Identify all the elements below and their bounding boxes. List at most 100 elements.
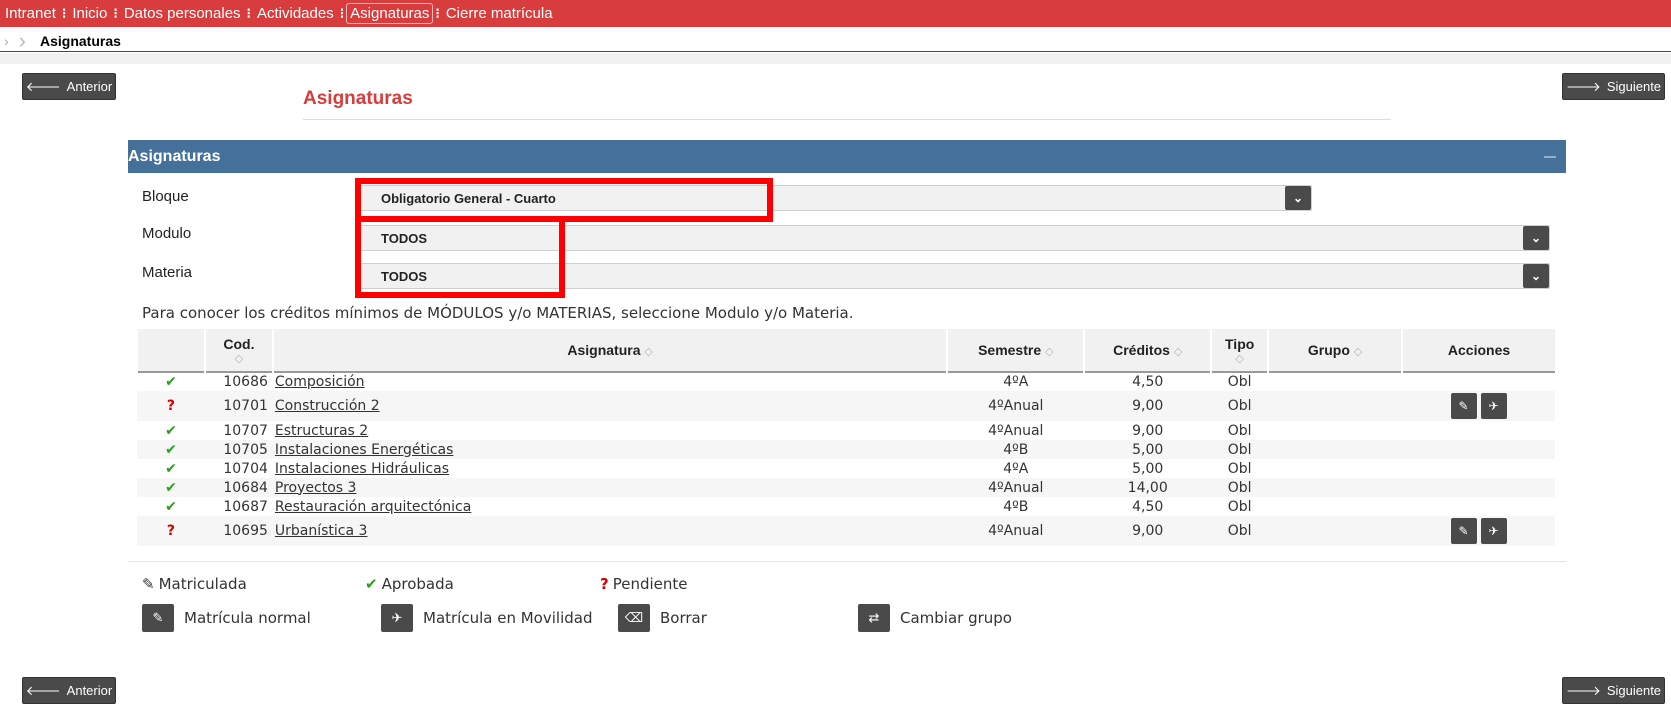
table-row: ✔ 10686 Composición 4ºA 4,50 Obl [137,372,1555,391]
pencil-icon: ✎ [142,604,174,632]
nav-item-asignaturas[interactable]: Asignaturas [346,3,434,24]
subject-link[interactable]: Instalaciones Hidráulicas [275,461,449,477]
grupo-column-header[interactable]: Grupo ◇ [1267,329,1403,372]
grupo-header-label: Grupo [1307,342,1350,358]
table-row: ✔ 10684 Proyectos 3 4ºAnual 14,00 Obl [137,478,1555,497]
cell-cod: 10684 [204,478,273,497]
asignatura-column-header[interactable]: Asignatura ◇ [271,329,948,372]
cod-header-label: Cod. [223,335,255,352]
nav-item-cierre-matricula[interactable]: Cierre matrícula [442,3,557,24]
semestre-header-label: Semestre [978,342,1042,358]
approved-icon: ✔ [165,498,177,515]
legend-aprobada: ✔ Aprobada [365,575,454,593]
semestre-column-header[interactable]: Semestre ◇ [946,329,1085,372]
cell-cod: 10687 [223,498,268,515]
approved-icon: ✔ [165,460,177,477]
legend-cambiar-grupo: ⇄ Cambiar grupo [858,604,1012,632]
cell-asignatura: Construcción 2 [272,391,948,421]
cell-semestre: 4ºAnual [988,422,1044,439]
nav-item-datos-personales[interactable]: Datos personales [120,3,245,24]
pencil-icon[interactable]: ✎ [1450,518,1477,544]
plane-icon[interactable]: ✈ [1480,393,1507,419]
cell-acciones [1402,440,1555,459]
subjects-table: Cod. ◇ Asignatura ◇ Semestre ◇ Créditos ◇… [136,329,1555,546]
cell-creditos: 4,50 [1132,374,1164,390]
plane-icon[interactable]: ✈ [1480,518,1507,544]
panel-title: Asignaturas [128,147,221,165]
eraser-icon: ⌫ [618,604,650,632]
cell-tipo: Obl [1211,516,1269,546]
breadcrumb: › › Asignaturas [0,27,1671,53]
approved-icon: ✔ [137,478,205,497]
table-row: ✔ 10704 Instalaciones Hidráulicas 4ºA 5,… [137,459,1555,478]
sort-icon: ◇ [1173,346,1183,358]
legend-pendiente: ? Pendiente [600,575,687,593]
subject-link[interactable]: Construcción 2 [275,398,380,414]
table-body: ✔ 10686 Composición 4ºA 4,50 Obl ? 10701… [137,372,1555,546]
cell-grupo [1268,516,1403,546]
sort-icon: ◇ [1353,346,1363,358]
cell-asignatura: Instalaciones Energéticas [272,440,948,459]
chevron-right-icon: › [18,27,26,53]
cell-tipo: Obl [1227,498,1252,515]
sort-icon: ◇ [1045,346,1054,358]
cell-cod: 10686 [223,374,268,390]
cell-creditos: 4,50 [1132,498,1164,515]
table-row: ? 10701 Construcción 2 4ºAnual 9,00 Obl … [137,391,1555,421]
cell-cod: 10704 [223,460,268,477]
cell-tipo: Obl [1211,478,1269,497]
approved-icon: ✔ [165,374,177,390]
subject-link[interactable]: Proyectos 3 [275,480,357,496]
subject-link[interactable]: Urbanística 3 [275,523,368,539]
page-header: Asignaturas [303,82,1391,120]
nav-separator: ⁝ [113,5,118,21]
subject-link[interactable]: Composición [275,374,365,390]
nav-item-actividades[interactable]: Actividades [253,3,338,24]
cell-grupo [1268,478,1403,497]
toolbar-strip [0,53,1671,64]
cell-creditos: 9,00 [1084,391,1212,421]
cell-asignatura: Instalaciones Hidráulicas [273,459,947,478]
pending-icon: ? [137,516,205,546]
cell-grupo [1268,459,1402,478]
cod-column-header[interactable]: Cod. ◇ [203,329,273,372]
pencil-icon[interactable]: ✎ [1450,393,1477,419]
minimize-icon[interactable] [1544,155,1556,158]
prev-button[interactable]: 🡐 Anterior [22,677,116,704]
table-row: ✔ 10705 Instalaciones Energéticas 4ºB 5,… [137,440,1555,459]
tipo-column-header[interactable]: Tipo ◇ [1210,329,1269,372]
arrow-right-icon: 🡒 [1565,682,1601,698]
cell-semestre: 4ºAnual [947,478,1085,497]
table-row: ✔ 10707 Estructuras 2 4ºAnual 9,00 Obl [137,421,1555,440]
subject-link[interactable]: Restauración arquitectónica [275,499,471,515]
cell-tipo: Obl [1227,460,1252,477]
cell-tipo: Obl [1227,374,1252,390]
prev-button[interactable]: 🡐 Anterior [22,73,116,100]
cell-semestre: 4ºAnual [947,391,1085,421]
highlight-box-modulo-materia [355,216,565,298]
cell-acciones [1402,478,1555,497]
subject-link[interactable]: Instalaciones Energéticas [275,442,454,458]
chevron-down-icon: ⌄ [1523,264,1549,288]
chevron-down-icon: ⌄ [1285,186,1311,210]
arrow-left-icon: 🡐 [25,78,61,94]
cell-semestre: 4ºB [1003,498,1029,515]
next-button[interactable]: 🡒 Siguiente [1562,73,1665,100]
subject-link[interactable]: Estructuras 2 [275,423,368,439]
cell-cod: 10705 [204,440,273,459]
cell-acciones [1402,372,1555,391]
pending-icon: ? [137,391,205,421]
creditos-column-header[interactable]: Créditos ◇ [1083,329,1212,372]
cell-acciones: ✎ ✈ [1402,391,1555,421]
cell-asignatura: Proyectos 3 [272,478,948,497]
subjects-panel: Asignaturas [128,140,1566,173]
legend-matricula-movilidad-label: Matrícula en Movilidad [423,609,593,627]
question-icon: ? [600,575,609,593]
sort-icon: ◇ [1235,352,1244,365]
nav-item-inicio[interactable]: Inicio [68,3,111,24]
table-row: ✔ 10687 Restauración arquitectónica 4ºB … [137,497,1555,516]
nav-item-intranet[interactable]: Intranet [1,3,60,24]
modulo-label: Modulo [142,225,192,242]
legend-borrar: ⌫ Borrar [618,604,707,632]
next-button[interactable]: 🡒 Siguiente [1562,677,1665,704]
